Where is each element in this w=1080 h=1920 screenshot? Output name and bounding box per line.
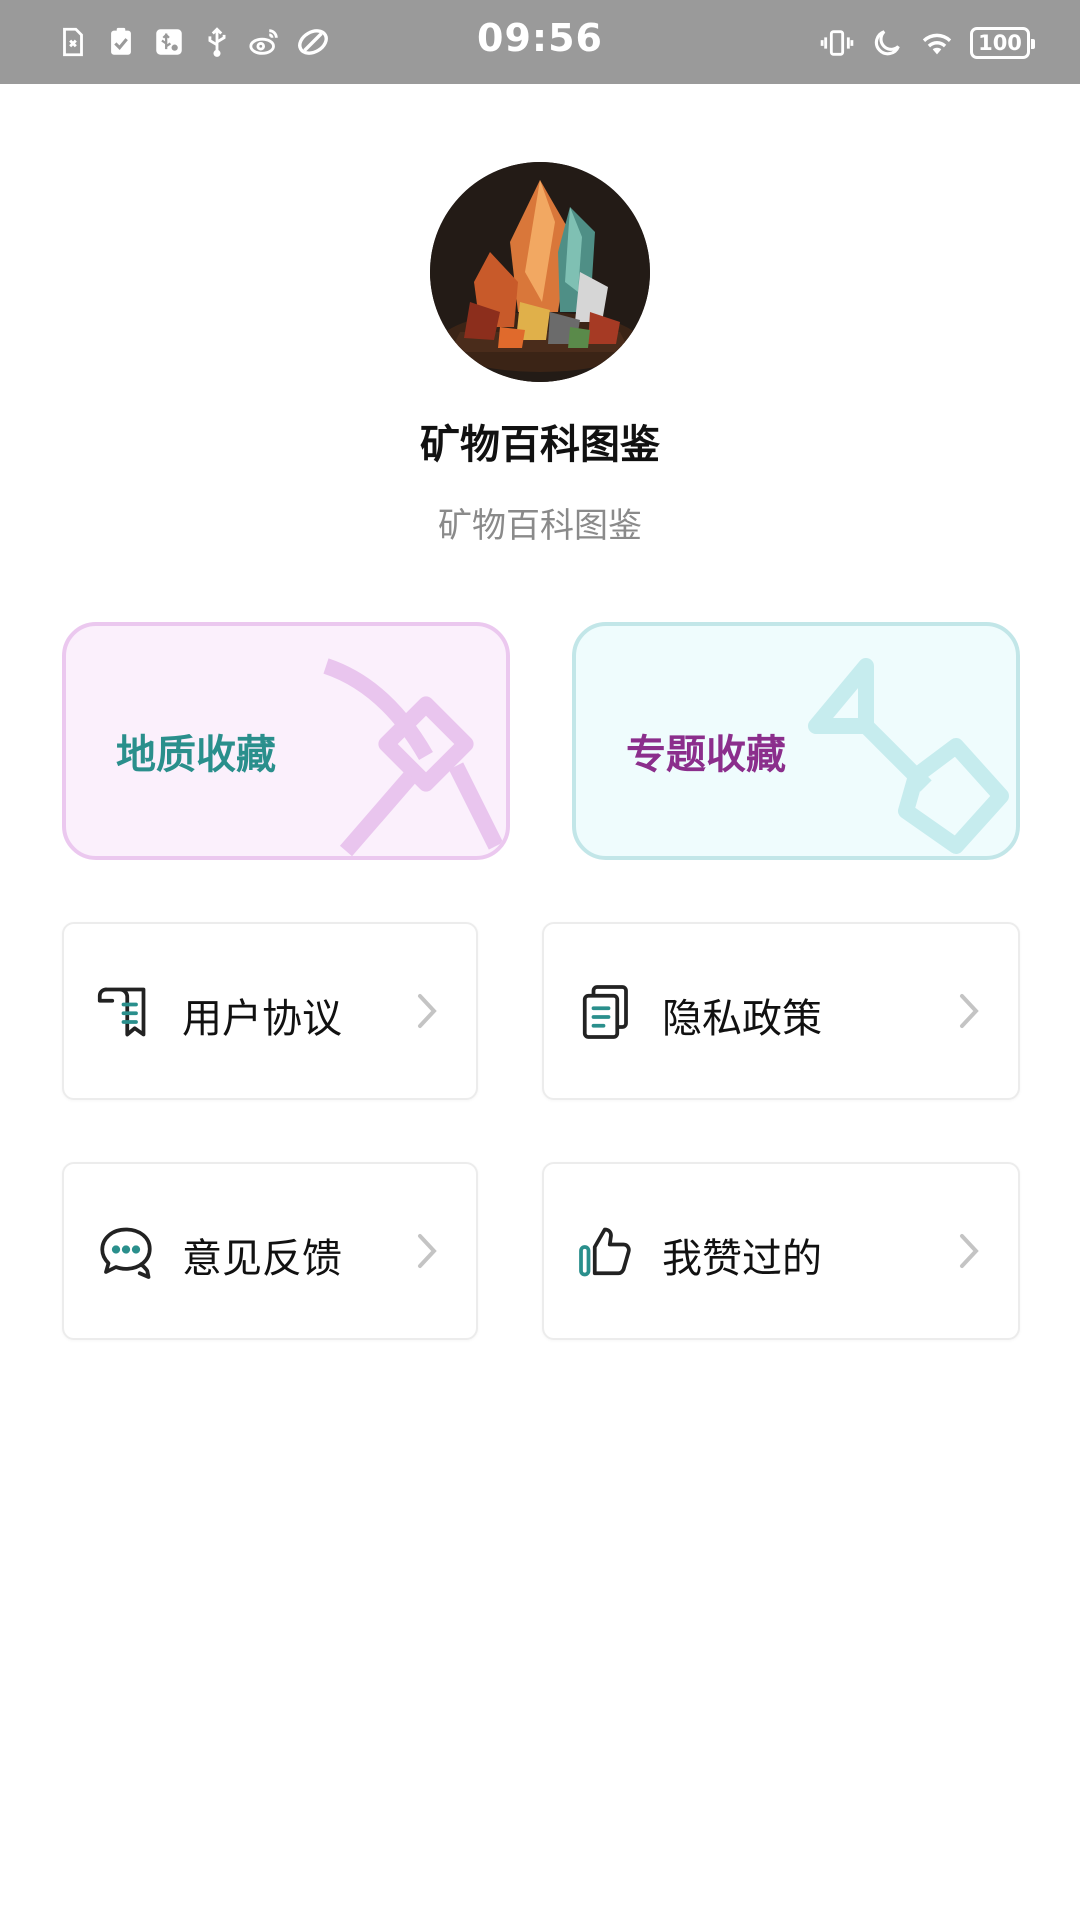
app-title: 矿物百科图鉴 [420,422,660,468]
chevron-right-icon [418,994,437,1028]
pickaxe-icon [323,658,504,856]
topic-collection-card[interactable]: 专题收藏 [572,622,1020,860]
geology-collection-label: 地质收藏 [116,732,276,778]
app-subtitle: 矿物百科图鉴 [438,506,642,546]
battery-level: 100 [978,31,1022,55]
feedback-tile[interactable]: 意见反馈 [62,1162,478,1340]
vibrate-icon [820,30,854,56]
liked-items-label: 我赞过的 [662,1236,822,1282]
documents-icon [582,985,628,1039]
status-bar: 09:56 100 [0,0,1080,84]
topic-collection-label: 专题收藏 [626,732,786,778]
privacy-policy-tile[interactable]: 隐私政策 [542,922,1020,1100]
chevron-right-icon [960,994,979,1028]
battery-icon: 100 [970,27,1035,59]
wifi-icon [922,33,952,55]
geology-collection-card[interactable]: 地质收藏 [62,622,510,860]
chevron-right-icon [418,1234,437,1268]
user-agreement-tile[interactable]: 用户协议 [62,922,478,1100]
privacy-policy-label: 隐私政策 [662,996,822,1042]
scroll-document-icon [97,987,146,1037]
chevron-right-icon [960,1234,979,1268]
moon-icon [874,30,900,56]
thumbs-up-icon [579,1227,631,1277]
minerals-image [430,162,650,382]
system-icons: 100 [818,24,1035,62]
shovel-icon [808,658,1009,854]
feedback-label: 意见反馈 [182,1236,342,1282]
user-agreement-label: 用户协议 [182,996,342,1042]
minerals-avatar [430,162,650,382]
liked-items-tile[interactable]: 我赞过的 [542,1162,1020,1340]
chat-bubbles-icon [100,1227,152,1279]
